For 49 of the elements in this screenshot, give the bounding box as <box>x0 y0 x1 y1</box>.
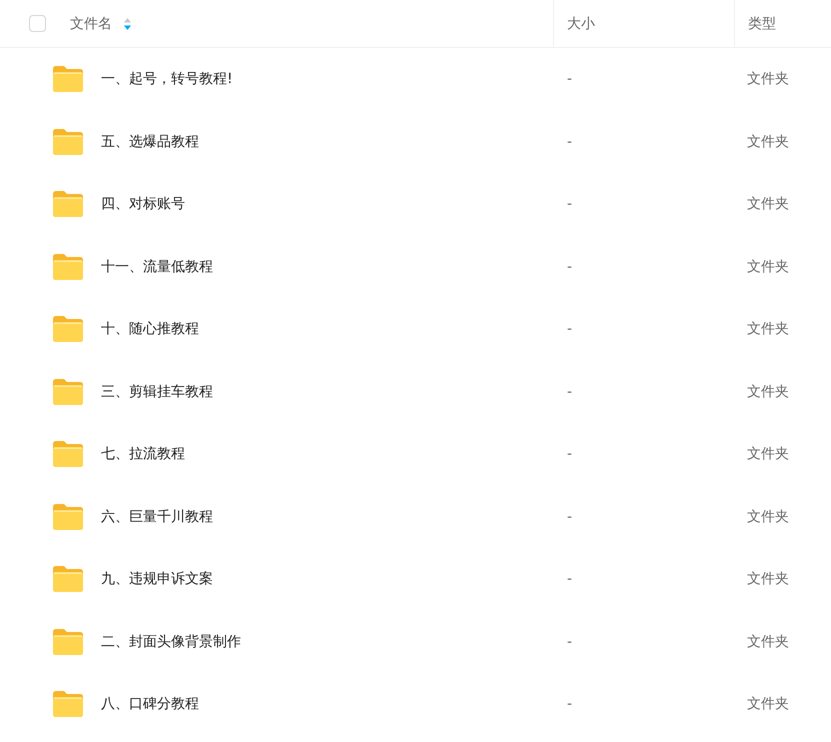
folder-icon <box>53 128 83 155</box>
folder-name[interactable]: 一、起号，转号教程! <box>101 70 233 88</box>
file-type: 文件夹 <box>747 320 789 338</box>
file-type: 文件夹 <box>747 570 789 588</box>
column-header[interactable]: 文件名 <box>70 14 112 32</box>
folder-name[interactable]: 十、随心推教程 <box>101 320 199 338</box>
folder-name[interactable]: 二、封面头像背景制作 <box>101 632 241 651</box>
file-type: 文件夹 <box>747 132 789 151</box>
folder-icon <box>53 254 83 280</box>
folder-name[interactable]: 五、选爆品教程 <box>101 132 199 151</box>
file-size: - <box>567 134 572 150</box>
file-size: - <box>567 696 572 712</box>
file-size: - <box>567 321 572 338</box>
file-size: - <box>567 634 572 650</box>
folder-name[interactable]: 九、违规申诉文案 <box>101 570 213 588</box>
file-type: 文件夹 <box>747 695 789 714</box>
folder-icon <box>53 441 83 468</box>
file-type: 文件夹 <box>747 508 789 526</box>
folder-icon <box>53 504 83 530</box>
folder-name[interactable]: 八、口碑分教程 <box>101 695 199 714</box>
folder-name[interactable]: 十一、流量低教程 <box>101 258 213 276</box>
folder-name[interactable]: 四、对标账号 <box>101 195 185 214</box>
file-size: - <box>567 571 572 588</box>
file-type: 文件夹 <box>747 382 789 401</box>
file-size: - <box>567 384 572 400</box>
file-type: 文件夹 <box>747 258 789 276</box>
file-type: 文件夹 <box>747 70 789 88</box>
file-type: 文件夹 <box>747 195 789 214</box>
folder-name[interactable]: 七、拉流教程 <box>101 445 185 464</box>
file-size: - <box>567 71 572 88</box>
file-type: 文件夹 <box>747 445 789 464</box>
file-type: 文件夹 <box>747 632 789 651</box>
folder-icon <box>53 691 83 718</box>
folder-icon <box>53 566 83 592</box>
folder-icon <box>53 316 83 342</box>
folder-icon <box>53 66 83 92</box>
file-size: - <box>567 258 572 275</box>
file-size: - <box>567 446 572 462</box>
folder-icon <box>53 628 83 655</box>
column-header[interactable]: 大小 <box>567 14 595 32</box>
file-size: - <box>567 508 572 525</box>
file-size: - <box>567 196 572 212</box>
column-header[interactable]: 类型 <box>748 14 776 32</box>
select-all-checkbox[interactable] <box>29 15 46 32</box>
folder-name[interactable]: 六、巨量千川教程 <box>101 508 213 526</box>
folder-icon <box>53 378 83 405</box>
folder-icon <box>53 191 83 218</box>
folder-name[interactable]: 三、剪辑挂车教程 <box>101 382 213 401</box>
sort-icon[interactable] <box>124 18 131 30</box>
